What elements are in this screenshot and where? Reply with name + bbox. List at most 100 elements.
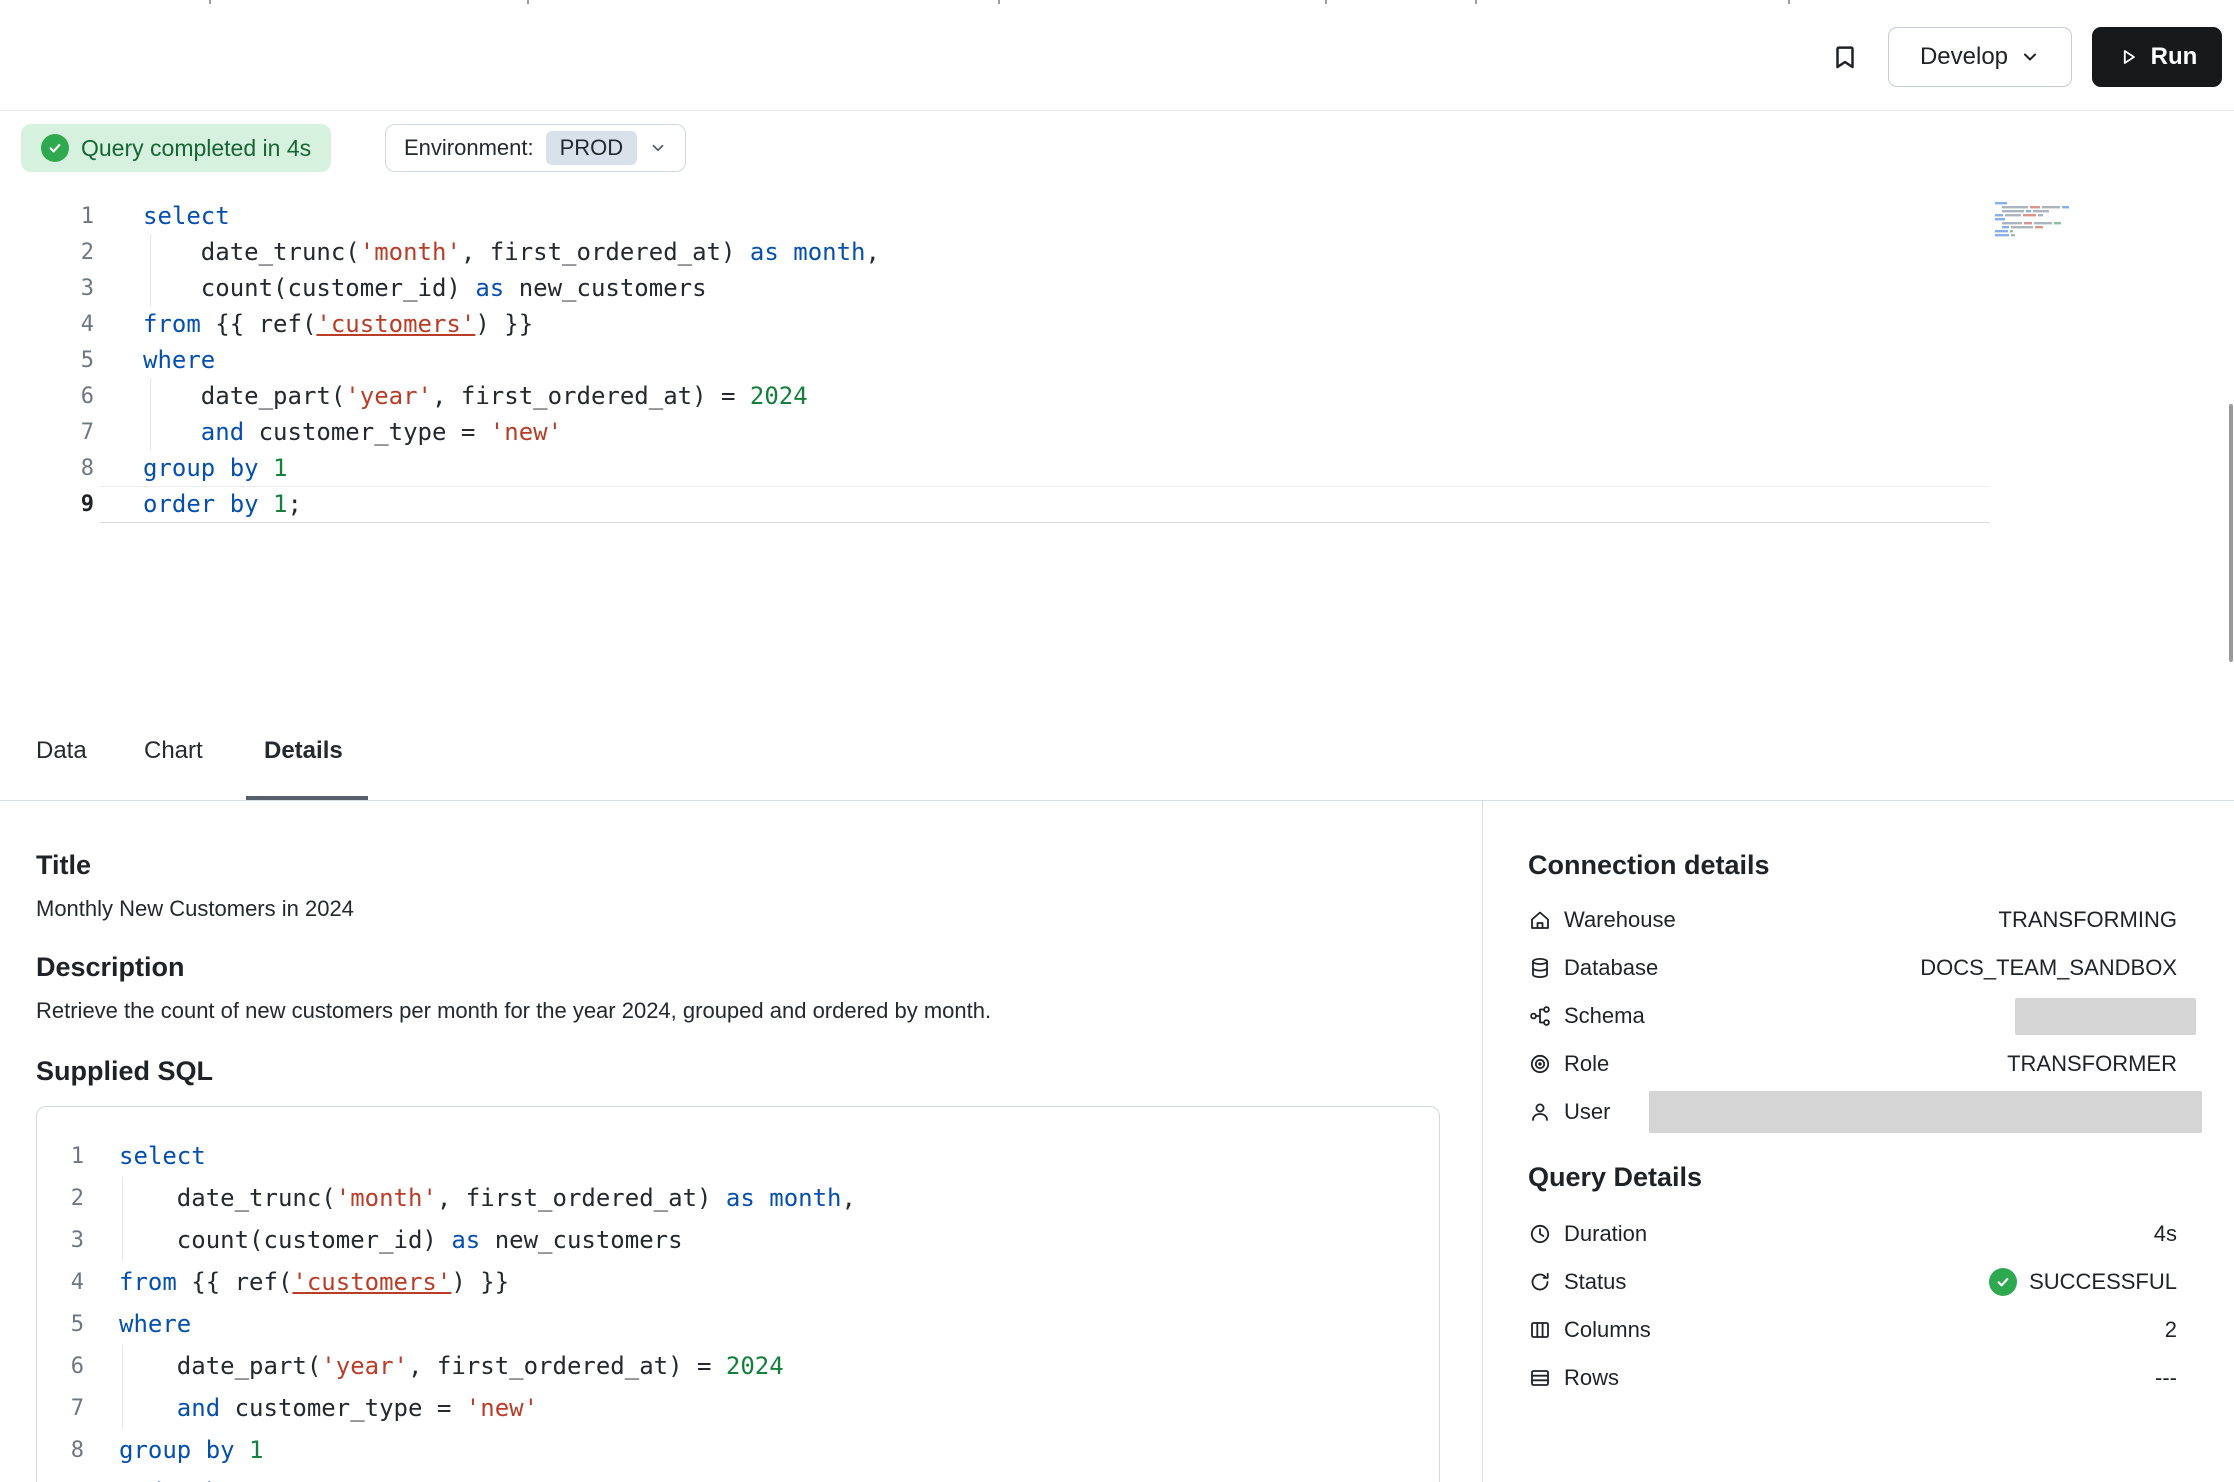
status-icon [1528, 1270, 1552, 1294]
connection-row-warehouse: Warehouse TRANSFORMING [1528, 896, 2177, 944]
kv-label-text: User [1564, 1099, 1610, 1125]
line-number: 1 [37, 1144, 84, 1169]
connection-details-panel: Connection details Warehouse TRANSFORMIN… [1528, 848, 2177, 1402]
line-number: 4 [37, 1270, 84, 1295]
code-line[interactable]: 1 select [0, 198, 2234, 234]
tab-chart[interactable]: Chart [144, 736, 203, 766]
kv-value: TRANSFORMER [2007, 1051, 2177, 1077]
code-line[interactable]: 4from {{ ref('customers') }} [0, 306, 2234, 342]
code-text: count(customer_id) as new_customers [143, 274, 707, 302]
code-text: date_trunc('month', first_ordered_at) as… [119, 1184, 856, 1212]
line-number: 2 [0, 240, 94, 265]
kv-value: DOCS_TEAM_SANDBOX [1920, 955, 2177, 981]
details-panel: Title Monthly New Customers in 2024 Desc… [36, 848, 1440, 1482]
role-icon [1528, 1052, 1552, 1076]
description-heading: Description [36, 950, 1440, 984]
bookmark-icon [1830, 42, 1860, 72]
line-number: 5 [37, 1312, 84, 1337]
tab-details[interactable]: Details [264, 736, 343, 766]
code-line[interactable]: 5 where [0, 342, 2234, 378]
code-line: 3 count(customer_id) as new_customers [37, 1219, 1439, 1261]
code-text: order by 1; [119, 1478, 278, 1482]
query-status-text: Query completed in 4s [81, 135, 311, 162]
kv-label-text: Columns [1564, 1317, 1651, 1343]
kv-label-text: Duration [1564, 1221, 1647, 1247]
line-number: 7 [0, 420, 94, 445]
code-text: and customer_type = 'new' [143, 418, 562, 446]
kv-label-text: Database [1564, 955, 1658, 981]
bookmark-button[interactable] [1822, 34, 1868, 80]
line-number: 7 [37, 1396, 84, 1421]
line-number: 3 [37, 1228, 84, 1253]
query-details-heading: Query Details [1528, 1160, 2177, 1194]
kv-label-text: Schema [1564, 1003, 1645, 1029]
page-scrollbar[interactable] [2229, 404, 2233, 662]
query-row-status: Status SUCCESSFUL [1528, 1258, 2177, 1306]
code-text: where [143, 346, 215, 374]
code-text: count(customer_id) as new_customers [119, 1226, 683, 1254]
code-text: group by 1 [119, 1436, 264, 1464]
user-icon [1528, 1100, 1552, 1124]
code-line: 2 date_trunc('month', first_ordered_at) … [37, 1177, 1439, 1219]
connection-details-heading: Connection details [1528, 848, 2177, 882]
code-line[interactable]: 9order by 1; [0, 486, 2234, 522]
redacted-schema-value [2015, 998, 2196, 1035]
database-icon [1528, 956, 1552, 980]
code-line: 1select [37, 1135, 1439, 1177]
query-row-rows: Rows --- [1528, 1354, 2177, 1402]
code-line: 7 and customer_type = 'new' [37, 1387, 1439, 1429]
editor-minimap[interactable] [1995, 202, 2103, 240]
code-line[interactable]: 7 and customer_type = 'new' [0, 414, 2234, 450]
environment-value-chip: PROD [546, 131, 638, 165]
warehouse-icon [1528, 908, 1552, 932]
code-line: 6 date_part('year', first_ordered_at) = … [37, 1345, 1439, 1387]
line-number: 5 [0, 348, 94, 373]
query-row-columns: Columns 2 [1528, 1306, 2177, 1354]
query-status-badge: Query completed in 4s [21, 124, 331, 172]
chevron-down-icon [649, 139, 667, 157]
active-tab-underline [246, 796, 368, 800]
code-text: where [119, 1310, 191, 1338]
connection-row-database: Database DOCS_TEAM_SANDBOX [1528, 944, 2177, 992]
code-text: date_part('year', first_ordered_at) = 20… [119, 1352, 784, 1380]
columns-icon [1528, 1318, 1552, 1342]
run-button[interactable]: Run [2092, 27, 2222, 87]
code-line[interactable]: 2 date_trunc('month', first_ordered_at) … [0, 234, 2234, 270]
indent-guide [122, 1177, 123, 1261]
app-window: Develop Run Query completed in 4s Enviro… [0, 0, 2234, 1482]
code-text: date_trunc('month', first_ordered_at) as… [143, 238, 880, 266]
results-tabs: Data Chart Details [0, 712, 2234, 801]
code-text: date_part('year', first_ordered_at) = 20… [143, 382, 808, 410]
code-line: 5 where [37, 1303, 1439, 1345]
line-number: 3 [0, 276, 94, 301]
code-line: 4 from {{ ref('customers') }} [37, 1261, 1439, 1303]
line-number: 1 [0, 204, 94, 229]
code-line[interactable]: 3 count(customer_id) as new_customers [0, 270, 2234, 306]
environment-selector[interactable]: Environment: PROD [385, 124, 686, 172]
develop-button[interactable]: Develop [1888, 27, 2072, 87]
code-line: 9order by 1; [37, 1471, 1439, 1482]
code-line[interactable]: 6 date_part('year', first_ordered_at) = … [0, 378, 2234, 414]
schema-icon [1528, 1004, 1552, 1028]
code-text: group by 1 [143, 454, 288, 482]
description-value: Retrieve the count of new customers per … [36, 996, 1440, 1026]
tab-data[interactable]: Data [36, 736, 87, 766]
code-line[interactable]: 8group by 1 [0, 450, 2234, 486]
play-icon [2117, 46, 2139, 68]
line-number: 4 [0, 312, 94, 337]
editor-code[interactable]: 1 select 2 date_trunc('month', first_order… [0, 198, 2234, 522]
kv-value: --- [2155, 1365, 2177, 1391]
code-text: select [143, 202, 230, 230]
duration-icon [1528, 1222, 1552, 1246]
line-number: 8 [37, 1438, 84, 1463]
query-row-duration: Duration 4s [1528, 1210, 2177, 1258]
kv-value: TRANSFORMING [1999, 907, 2177, 933]
line-number: 6 [0, 384, 94, 409]
title-value: Monthly New Customers in 2024 [36, 894, 1440, 924]
kv-value: 2 [2165, 1317, 2177, 1343]
sql-editor[interactable]: 1 select 2 date_trunc('month', first_order… [0, 198, 2234, 522]
supplied-sql-code: 1select2 date_trunc('month', first_order… [37, 1107, 1439, 1482]
indent-guide [150, 378, 151, 450]
redacted-user-value [1649, 1091, 2202, 1133]
code-text: from {{ ref('customers') }} [119, 1268, 509, 1296]
